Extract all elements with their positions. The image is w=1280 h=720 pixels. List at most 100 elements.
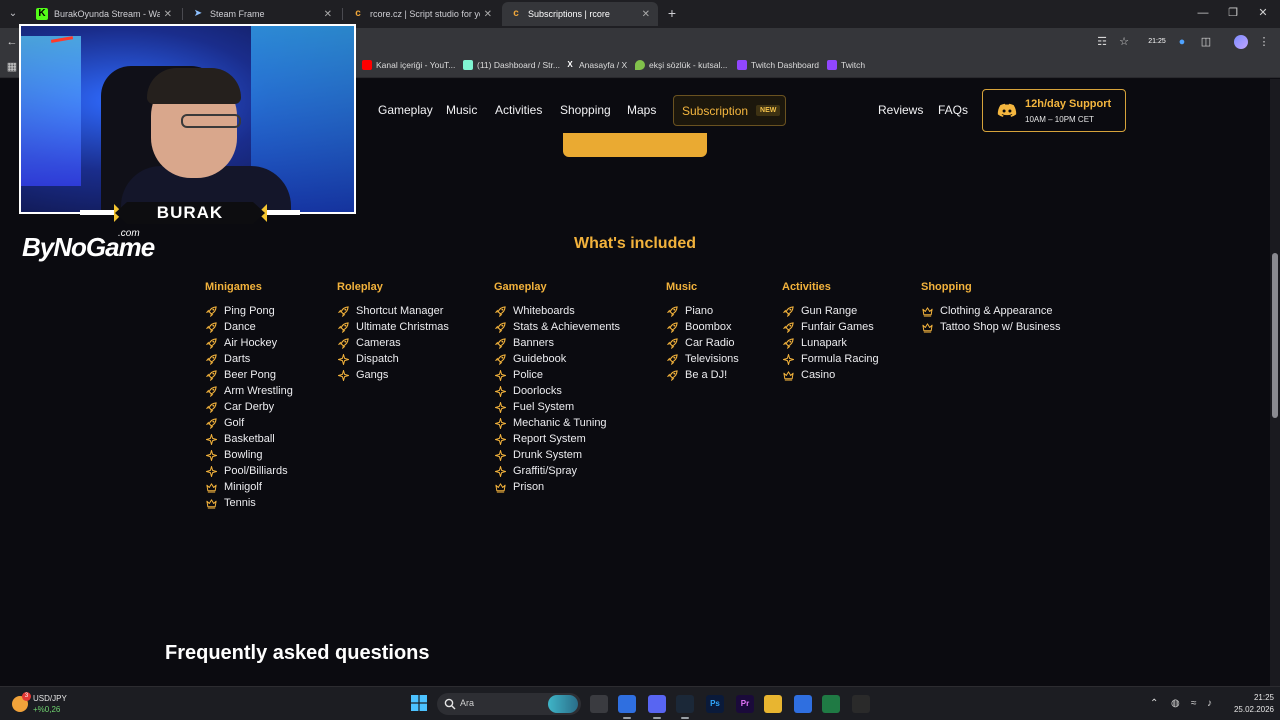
feature-label: Boombox	[685, 321, 732, 333]
nav-music[interactable]: Music	[446, 103, 477, 117]
nav-subscription[interactable]: Subscription NEW	[673, 95, 786, 126]
sparkle-icon	[337, 353, 349, 365]
support-button[interactable]: 12h/day Support 10AM – 10PM CET	[982, 89, 1126, 132]
led-light	[21, 36, 81, 186]
minimize-icon[interactable]: —	[1188, 4, 1218, 22]
discord-icon[interactable]	[648, 695, 666, 713]
windows-start-icon[interactable]	[411, 695, 427, 711]
explorer-icon[interactable]	[764, 695, 782, 713]
restore-icon[interactable]: ❐	[1218, 4, 1248, 22]
chrome-icon[interactable]	[618, 695, 636, 713]
menu-dots-icon[interactable]: ⋮	[1256, 34, 1272, 50]
microphone-icon[interactable]: ◍	[1171, 698, 1180, 709]
extensions-puzzle-icon[interactable]: ◫	[1198, 34, 1214, 50]
streamer-glasses	[181, 114, 241, 128]
bookmark-x[interactable]: X Anasayfa / X	[565, 60, 627, 70]
rocket-icon	[666, 337, 678, 349]
clock-date[interactable]: 25.02.2026	[1226, 705, 1274, 714]
feature-label: Banners	[513, 337, 554, 349]
sparkle-icon	[782, 353, 794, 365]
tab-steam-frame[interactable]: ➤ Steam Frame ✕	[184, 2, 340, 26]
logo-text: ByNoGame	[22, 232, 155, 262]
bookmark-eksi[interactable]: ekşi sözlük - kutsal...	[635, 60, 727, 70]
files-icon[interactable]	[590, 695, 608, 713]
rocket-icon	[782, 321, 794, 333]
feature-label: Car Derby	[224, 401, 275, 413]
feature-label: Tennis	[224, 497, 256, 509]
feature-item: Basketball	[205, 431, 293, 447]
photoshop-icon[interactable]: Ps	[706, 695, 724, 713]
bookmark-streamlabs[interactable]: (11) Dashboard / Str...	[463, 60, 560, 70]
premiere-icon[interactable]: Pr	[736, 695, 754, 713]
tab-close-icon[interactable]: ✕	[324, 9, 332, 20]
feature-item: Banners	[494, 335, 620, 351]
close-window-icon[interactable]: ✕	[1248, 4, 1278, 22]
extension-icon[interactable]: ●	[1174, 34, 1190, 50]
feature-label: Formula Racing	[801, 353, 879, 365]
back-icon[interactable]: ←	[4, 34, 20, 50]
translate-icon[interactable]: ☶	[1094, 34, 1110, 50]
bookmark-label: ekşi sözlük - kutsal...	[649, 60, 728, 70]
feature-label: Golf	[224, 417, 245, 429]
nav-maps[interactable]: Maps	[627, 103, 656, 117]
wifi-icon[interactable]: ≈	[1191, 698, 1197, 709]
bookmark-label: (11) Dashboard / Str...	[477, 60, 560, 70]
tab-rcore-home[interactable]: c rcore.cz | Script studio for your ✕	[344, 2, 500, 26]
feature-item: Doorlocks	[494, 383, 620, 399]
tab-close-icon[interactable]: ✕	[484, 9, 492, 20]
new-tab-button[interactable]: +	[664, 4, 680, 22]
feature-item: Funfair Games	[782, 319, 879, 335]
bookmark-twitch[interactable]: Twitch	[827, 60, 865, 70]
tab-close-icon[interactable]: ✕	[164, 9, 172, 20]
bookmark-twitch-dashboard[interactable]: Twitch Dashboard	[737, 60, 819, 70]
column-heading: Music	[666, 281, 698, 293]
eksi-icon	[635, 60, 645, 70]
running-indicator	[623, 717, 631, 719]
tab-close-icon[interactable]: ✕	[642, 9, 650, 20]
feature-item: Lunapark	[782, 335, 879, 351]
profile-avatar[interactable]	[1234, 35, 1248, 49]
ticker-name[interactable]: USD/JPY	[33, 694, 67, 703]
bookmark-label: Twitch	[841, 60, 866, 70]
rocket-icon	[666, 321, 678, 333]
sparkle-icon	[205, 433, 217, 445]
feature-label: Piano	[685, 305, 714, 317]
bookmark-label: Twitch Dashboard	[751, 60, 820, 70]
included-column-music: Music Piano Boombox Car Radio Televisions Be …	[666, 281, 739, 383]
tab-search-chevron-icon[interactable]: ⌄	[4, 5, 22, 23]
nav-faqs[interactable]: FAQs	[938, 103, 968, 117]
choose-plan-button[interactable]	[563, 133, 707, 157]
tab-rcore-subscriptions[interactable]: c Subscriptions | rcore ✕	[502, 2, 658, 26]
app-icon[interactable]	[794, 695, 812, 713]
volume-icon[interactable]: ♪	[1207, 698, 1212, 709]
feature-item: Report System	[494, 431, 620, 447]
tab-separator	[182, 8, 183, 20]
streamer-nameplate: BURAK	[80, 202, 300, 224]
feature-list: Whiteboards Stats & Achievements Banners Gu…	[494, 303, 620, 495]
sparkle-icon	[494, 401, 506, 413]
obs-icon[interactable]	[852, 695, 870, 713]
nav-shopping[interactable]: Shopping	[560, 103, 611, 117]
feature-item: Minigolf	[205, 479, 293, 495]
excel-icon[interactable]	[822, 695, 840, 713]
support-title: 12h/day Support	[1025, 98, 1112, 110]
scrollbar-thumb[interactable]	[1272, 253, 1278, 418]
apps-grid-icon[interactable]: ▦	[4, 59, 20, 75]
included-column-shopping: Shopping Clothing & Appearance Tattoo Shop…	[921, 281, 1060, 335]
feature-item: Mechanic & Tuning	[494, 415, 620, 431]
feature-label: Prison	[513, 481, 545, 493]
tab-kick-stream[interactable]: K BurakOyunda Stream - Watch L ✕	[28, 2, 180, 26]
rocket-icon	[494, 337, 506, 349]
bookmark-youtube[interactable]: Kanal içeriği - YouT...	[362, 60, 455, 70]
nav-activities[interactable]: Activities	[495, 103, 542, 117]
column-heading: Shopping	[921, 281, 972, 293]
clock-time[interactable]: 21:25	[1234, 693, 1274, 702]
steam-icon[interactable]	[676, 695, 694, 713]
chevron-up-icon[interactable]: ⌃	[1150, 698, 1158, 709]
feature-label: Stats & Achievements	[513, 321, 620, 333]
bookmark-star-icon[interactable]: ☆	[1116, 34, 1132, 50]
feature-label: Air Hockey	[224, 337, 278, 349]
new-badge: NEW	[756, 105, 781, 116]
nav-gameplay[interactable]: Gameplay	[378, 103, 433, 117]
nav-reviews[interactable]: Reviews	[878, 103, 923, 117]
